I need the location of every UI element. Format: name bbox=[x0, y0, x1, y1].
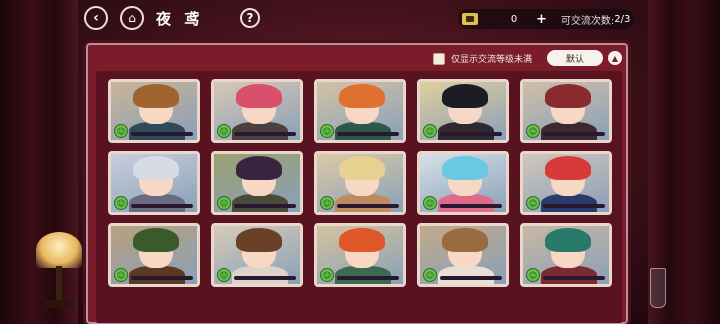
character-card[interactable]: ☺ bbox=[108, 223, 200, 287]
smile-face-icon: ☺ bbox=[114, 268, 128, 282]
smile-face-icon: ☺ bbox=[526, 196, 540, 210]
smile-face-icon: ☺ bbox=[217, 196, 231, 210]
affinity-bar bbox=[234, 132, 296, 136]
affinity-bar bbox=[337, 204, 399, 208]
character-card[interactable]: ☺ bbox=[520, 223, 612, 287]
sort-label: 默认 bbox=[565, 54, 584, 65]
page-title: 夜 鸢 bbox=[156, 10, 204, 28]
character-card[interactable]: ☺ bbox=[211, 223, 303, 287]
smile-face-icon: ☺ bbox=[114, 196, 128, 210]
character-hair bbox=[236, 156, 282, 180]
character-card[interactable]: ☺ bbox=[211, 151, 303, 215]
character-hair bbox=[133, 156, 179, 180]
character-hair bbox=[442, 84, 488, 108]
help-button[interactable]: ? bbox=[240, 8, 260, 28]
affinity-bar bbox=[543, 204, 605, 208]
filter-checkbox[interactable] bbox=[433, 53, 445, 65]
left-curtain bbox=[0, 0, 78, 324]
back-button[interactable]: ‹ bbox=[84, 6, 108, 30]
affinity-bar bbox=[234, 204, 296, 208]
back-arrow-icon: ‹ bbox=[93, 10, 99, 26]
character-hair bbox=[545, 84, 591, 108]
smile-face-icon: ☺ bbox=[217, 268, 231, 282]
affinity-bar bbox=[543, 276, 605, 280]
character-card[interactable]: ☺ bbox=[314, 79, 406, 143]
chances-value: 2/3 bbox=[614, 13, 631, 25]
character-hair bbox=[339, 156, 385, 180]
character-card[interactable]: ☺ bbox=[417, 223, 509, 287]
smile-face-icon: ☺ bbox=[320, 124, 334, 138]
home-icon: ⌂ bbox=[128, 11, 136, 25]
affinity-bar bbox=[234, 276, 296, 280]
smile-face-icon: ☺ bbox=[320, 196, 334, 210]
add-currency-button[interactable]: + bbox=[536, 12, 547, 27]
character-hair bbox=[339, 228, 385, 252]
affinity-bar bbox=[131, 132, 193, 136]
character-card[interactable]: ☺ bbox=[211, 79, 303, 143]
ticket-icon bbox=[462, 13, 478, 25]
currency-count: 0 bbox=[510, 13, 518, 25]
chances-label: 可交流次数: bbox=[560, 15, 615, 27]
currency-bar: 0 + 可交流次数: 2/3 bbox=[458, 9, 634, 29]
sort-dropdown[interactable]: 默认 bbox=[547, 50, 603, 66]
character-card[interactable]: ☺ bbox=[520, 79, 612, 143]
smile-face-icon: ☺ bbox=[423, 268, 437, 282]
affinity-bar bbox=[131, 276, 193, 280]
character-card[interactable]: ☺ bbox=[108, 151, 200, 215]
affinity-bar bbox=[337, 276, 399, 280]
table-lamp bbox=[36, 232, 82, 268]
affinity-bar bbox=[440, 132, 502, 136]
character-hair bbox=[236, 228, 282, 252]
top-bar: ‹ ⌂ 夜 鸢 ? 0 + 可交流次数: 2/3 bbox=[80, 4, 640, 32]
character-hair bbox=[545, 156, 591, 180]
character-hair bbox=[545, 228, 591, 252]
affinity-bar bbox=[337, 132, 399, 136]
character-card[interactable]: ☺ bbox=[520, 151, 612, 215]
sort-order-button[interactable]: ▲ bbox=[608, 51, 622, 65]
lamp-base bbox=[44, 300, 74, 308]
smile-face-icon: ☺ bbox=[526, 124, 540, 138]
character-grid: ☺ ☺ ☺ ☺ ☺ ☺ ☺ ☺ ☺ ☺ ☺ ☺ ☺ ☺ ☺ bbox=[96, 71, 622, 323]
sort-up-icon: ▲ bbox=[611, 53, 619, 63]
character-panel: 仅显示交流等级未满 默认 ▲ ☺ ☺ ☺ ☺ ☺ ☺ ☺ ☺ ☺ ☺ ☺ ☺ ☺ ☺ ☺ bbox=[86, 43, 628, 324]
character-card[interactable]: ☺ bbox=[417, 151, 509, 215]
home-button[interactable]: ⌂ bbox=[120, 6, 144, 30]
smile-face-icon: ☺ bbox=[423, 196, 437, 210]
character-card[interactable]: ☺ bbox=[108, 79, 200, 143]
character-hair bbox=[133, 84, 179, 108]
affinity-bar bbox=[440, 204, 502, 208]
smile-face-icon: ☺ bbox=[423, 124, 437, 138]
character-card[interactable]: ☺ bbox=[417, 79, 509, 143]
affinity-bar bbox=[131, 204, 193, 208]
character-hair bbox=[133, 228, 179, 252]
character-hair bbox=[339, 84, 385, 108]
wine-glass bbox=[650, 268, 666, 308]
help-icon: ? bbox=[246, 11, 254, 25]
character-card[interactable]: ☺ bbox=[314, 223, 406, 287]
character-card[interactable]: ☺ bbox=[314, 151, 406, 215]
affinity-bar bbox=[440, 276, 502, 280]
character-hair bbox=[442, 228, 488, 252]
filter-label: 仅显示交流等级未满 bbox=[451, 55, 533, 65]
affinity-bar bbox=[543, 132, 605, 136]
smile-face-icon: ☺ bbox=[217, 124, 231, 138]
character-hair bbox=[236, 84, 282, 108]
smile-face-icon: ☺ bbox=[320, 268, 334, 282]
smile-face-icon: ☺ bbox=[526, 268, 540, 282]
character-hair bbox=[442, 156, 488, 180]
smile-face-icon: ☺ bbox=[114, 124, 128, 138]
